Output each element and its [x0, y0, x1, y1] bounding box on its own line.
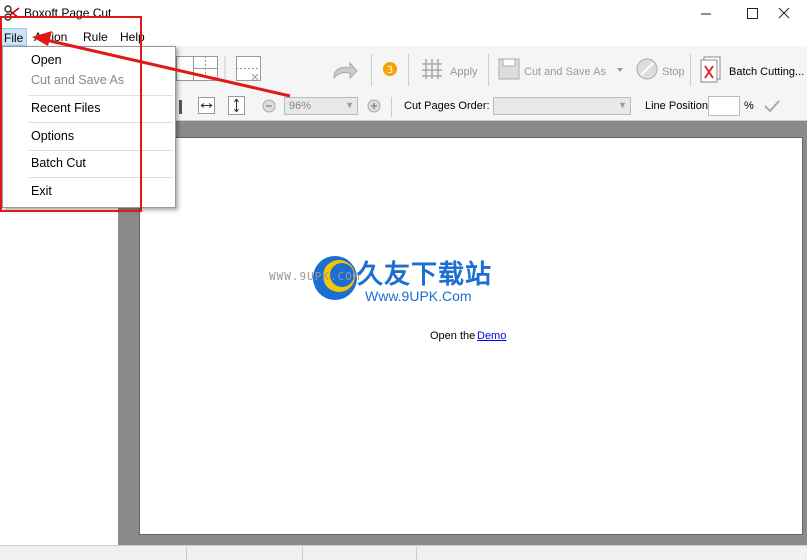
annotation-arrow-icon	[32, 31, 291, 98]
